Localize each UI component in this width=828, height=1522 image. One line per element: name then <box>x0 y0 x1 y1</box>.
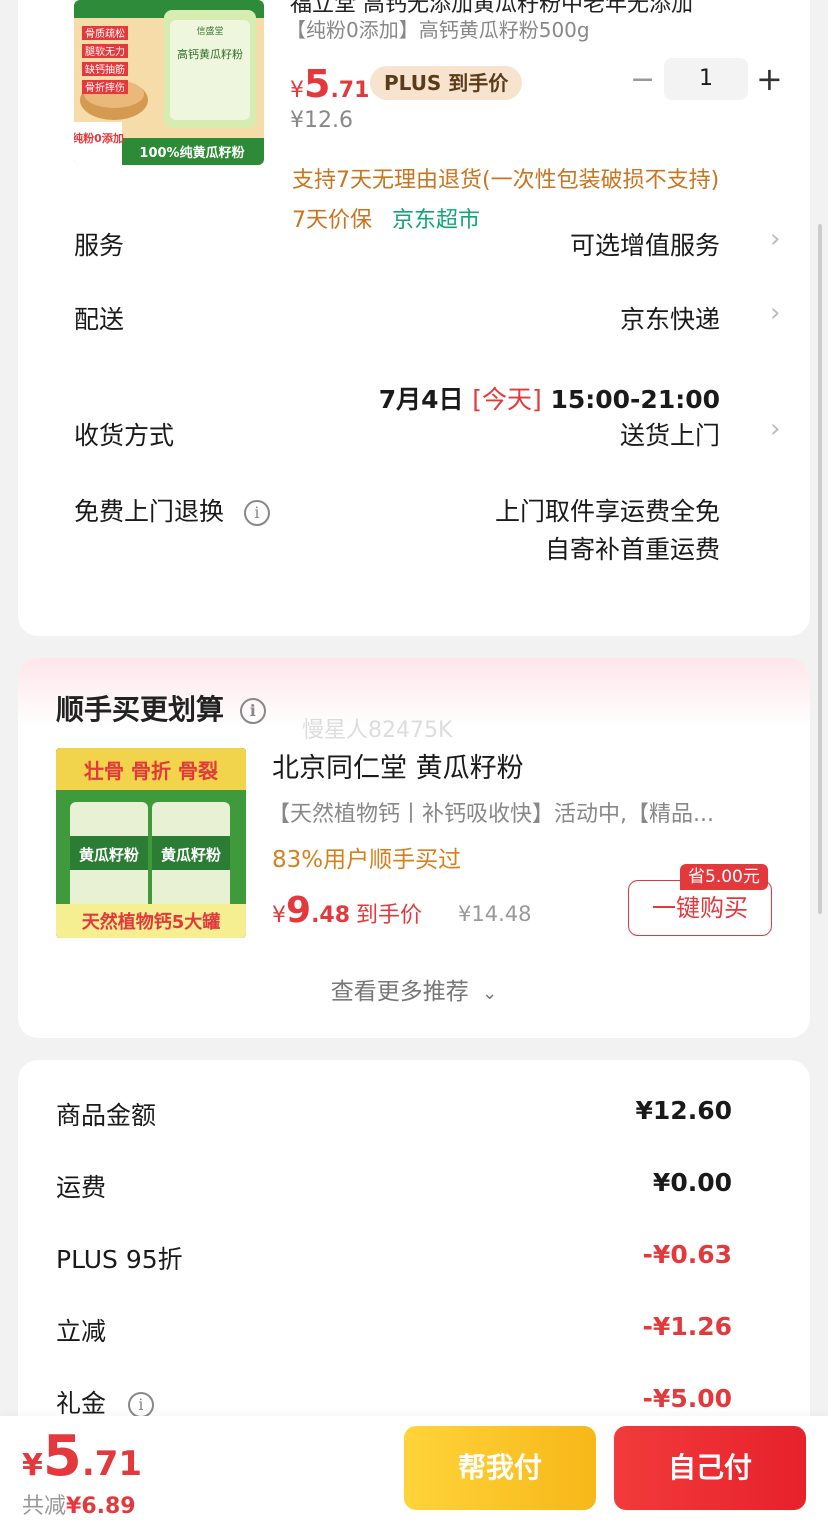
summary-gift-row: 礼金 i <box>56 1384 154 1420</box>
receive-method-value[interactable]: 送货上门 <box>620 416 720 452</box>
rec-price-decimal: .48 <box>311 903 351 928</box>
card1-inner: 骨质疏松 腿软无力 缺钙抽筋 骨折摔伤 信盛堂 高钙黄瓜籽粉 纯粉0添加 100… <box>18 0 810 636</box>
original-price: ¥12.6 <box>290 108 353 133</box>
recommend-item-desc: 【天然植物钙丨补钙吸收快】活动中,【精品... <box>268 802 714 827</box>
delivery-label: 配送 <box>74 305 125 334</box>
summary-label-instant-discount: 立减 <box>56 1317 107 1346</box>
chevron-right-icon[interactable]: › <box>770 224 780 254</box>
recommend-original-price: ¥14.48 <box>458 902 532 926</box>
summary-label-goods: 商品金额 <box>56 1101 157 1130</box>
svg-text:缺钙抽筋: 缺钙抽筋 <box>85 63 125 76</box>
returns-policy-note: 支持7天无理由退货(一次性包装破损不支持) <box>292 168 720 193</box>
delivery-today: [今天] <box>472 385 542 414</box>
summary-label-gift: 礼金 <box>56 1389 107 1418</box>
total-currency: ¥ <box>22 1448 43 1483</box>
info-icon[interactable]: i <box>243 500 270 526</box>
scrollbar[interactable] <box>818 224 822 914</box>
free-return-line2: 自寄补首重运费 <box>544 535 720 564</box>
delivery-value[interactable]: 京东快递 <box>620 300 720 336</box>
recommend-image-art: 壮骨 骨折 骨裂 黄瓜籽粉 黄瓜籽粉 天然植物钙5大罐 <box>56 748 246 938</box>
price-protect-tag: 7天价保 <box>292 208 372 233</box>
see-more-recommend-link[interactable]: 查看更多推荐 ⌄ <box>18 972 810 1006</box>
svg-text:黄瓜籽粉: 黄瓜籽粉 <box>161 846 221 864</box>
delivery-window: 15:00-21:00 <box>550 385 720 414</box>
recommend-card: 顺手买更划算 i 慢星人82475K 壮骨 骨折 骨裂 黄瓜籽粉 黄瓜籽粉 天然… <box>18 658 810 1038</box>
svg-text:壮骨 骨折 骨裂: 壮骨 骨折 骨裂 <box>84 759 218 783</box>
summary-label-plus-discount: PLUS 95折 <box>56 1245 183 1274</box>
chevron-down-icon: ⌄ <box>482 983 498 1004</box>
receive-method-label: 收货方式 <box>74 421 175 450</box>
recommend-title-text: 顺手买更划算 <box>56 693 225 726</box>
info-icon[interactable]: i <box>127 1392 154 1418</box>
rec-price-integer: 9 <box>286 890 312 931</box>
delivery-date: 7月4日 <box>378 385 464 414</box>
summary-value-shipping: ¥0.00 <box>652 1168 732 1197</box>
summary-label-shipping: 运费 <box>56 1173 107 1202</box>
saved-label: 共减 <box>22 1494 67 1519</box>
svg-text:腿软无力: 腿软无力 <box>85 45 125 58</box>
price-integer: 5 <box>304 62 331 106</box>
recommend-item-title[interactable]: 北京同仁堂 黄瓜籽粉 <box>272 746 524 785</box>
svg-text:黄瓜籽粉: 黄瓜籽粉 <box>79 846 139 864</box>
price-decimal: .71 <box>330 78 370 103</box>
quantity-input[interactable]: 1 <box>664 58 748 100</box>
store-tag: 京东超市 <box>392 208 481 233</box>
info-icon[interactable]: i <box>239 698 266 724</box>
product-price: ¥5.71 <box>290 62 369 106</box>
product-subtitle: 【纯粉0添加】高钙黄瓜籽粉500g <box>286 18 590 42</box>
price-currency: ¥ <box>290 78 304 103</box>
chevron-right-icon[interactable]: › <box>770 298 780 328</box>
free-return-row: 免费上门退换 i <box>74 492 270 528</box>
svg-text:纯粉0添加: 纯粉0添加 <box>74 131 124 145</box>
svg-text:100%纯黄瓜籽粉: 100%纯黄瓜籽粉 <box>139 145 244 161</box>
help-pay-button[interactable]: 帮我付 <box>404 1426 596 1510</box>
rec-price-suffix: 到手价 <box>356 903 423 928</box>
quantity-increase-button[interactable]: + <box>756 60 783 98</box>
product-image-art: 骨质疏松 腿软无力 缺钙抽筋 骨折摔伤 信盛堂 高钙黄瓜籽粉 纯粉0添加 100… <box>74 0 264 165</box>
recommend-title: 顺手买更划算 i <box>56 688 266 728</box>
product-image[interactable]: 骨质疏松 腿软无力 缺钙抽筋 骨折摔伤 信盛堂 高钙黄瓜籽粉 纯粉0添加 100… <box>74 0 264 165</box>
rec-price-currency: ¥ <box>272 903 286 928</box>
total-integer: 5 <box>42 1424 82 1489</box>
recommend-item-price: ¥9.48 到手价 <box>272 890 422 931</box>
total-decimal: .71 <box>81 1444 143 1484</box>
saved-amount: ¥6.89 <box>66 1494 136 1519</box>
quantity-decrease-button[interactable]: − <box>630 62 655 97</box>
summary-value-goods: ¥12.60 <box>635 1096 732 1125</box>
save-badge: 省5.00元 <box>680 864 768 890</box>
summary-value-instant-discount: -¥1.26 <box>642 1312 732 1341</box>
service-label: 服务 <box>74 231 125 260</box>
total-saved: 共减¥6.89 <box>22 1488 136 1520</box>
order-product-card: 骨质疏松 腿软无力 缺钙抽筋 骨折摔伤 信盛堂 高钙黄瓜籽粉 纯粉0添加 100… <box>18 0 810 636</box>
free-return-line1: 上门取件享运费全免 <box>494 497 720 526</box>
delivery-time[interactable]: 7月4日 [今天] 15:00-21:00 <box>379 380 720 416</box>
svg-text:骨折摔伤: 骨折摔伤 <box>85 81 125 94</box>
svg-text:高钙黄瓜籽粉: 高钙黄瓜籽粉 <box>177 47 243 61</box>
svg-text:骨质疏松: 骨质疏松 <box>85 27 125 40</box>
summary-value-plus-discount: -¥0.63 <box>642 1240 732 1269</box>
service-value[interactable]: 可选增值服务 <box>570 226 720 262</box>
watermark: 慢星人82475K <box>302 718 453 743</box>
summary-value-gift: -¥5.00 <box>642 1384 732 1413</box>
see-more-text: 查看更多推荐 <box>330 979 469 1005</box>
svg-text:信盛堂: 信盛堂 <box>196 25 223 37</box>
free-return-label: 免费上门退换 <box>74 497 225 526</box>
chevron-right-icon[interactable]: › <box>770 414 780 444</box>
svg-text:天然植物钙5大罐: 天然植物钙5大罐 <box>82 911 221 933</box>
checkout-bar: ¥5.71 共减¥6.89 帮我付 自己付 <box>0 1416 828 1522</box>
plus-price-badge: PLUS 到手价 <box>370 66 523 100</box>
self-pay-button[interactable]: 自己付 <box>614 1426 806 1510</box>
total-price: ¥5.71 <box>22 1424 142 1489</box>
recommend-bought-rate: 83%用户顺手买过 <box>272 847 462 873</box>
recommend-item-image[interactable]: 壮骨 骨折 骨裂 黄瓜籽粉 黄瓜籽粉 天然植物钙5大罐 <box>56 748 246 938</box>
